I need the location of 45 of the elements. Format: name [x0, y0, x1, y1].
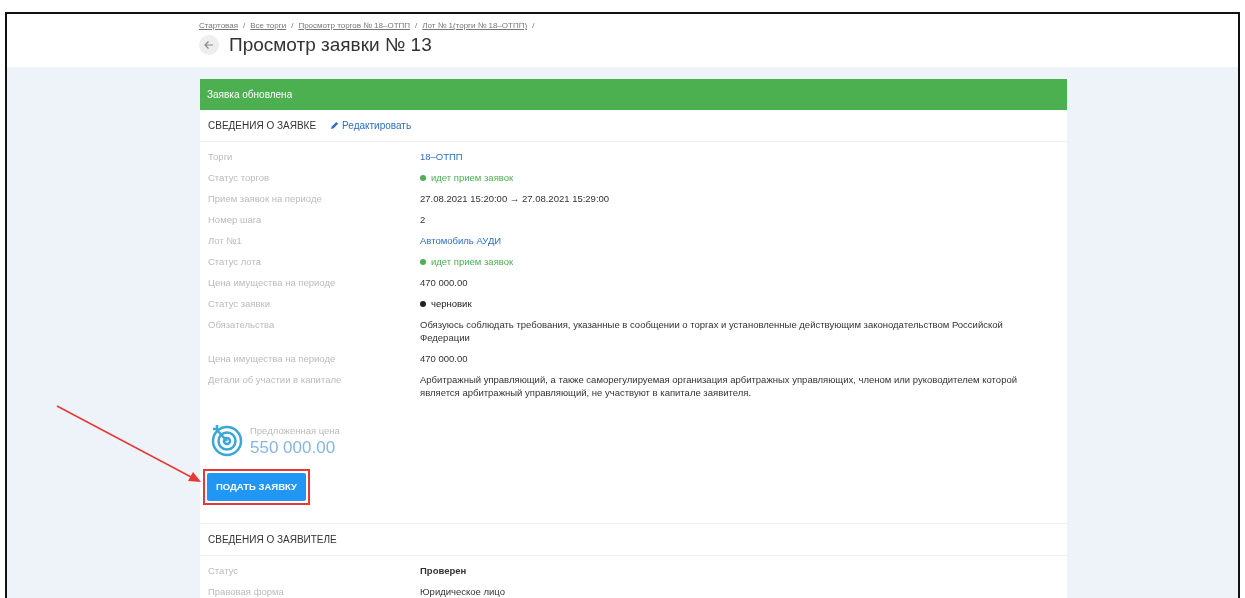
edit-link[interactable]: Редактировать	[330, 118, 412, 133]
section-heading: СВЕДЕНИЯ О ЗАЯВКЕ	[208, 119, 317, 133]
field-label: Статус лота	[208, 255, 262, 268]
success-alert: Заявка обновлена	[200, 79, 1067, 110]
field-value: 27.08.2021 15:20:00 → 27.08.2021 15:29:00	[420, 193, 610, 204]
back-arrow-icon	[204, 40, 214, 51]
breadcrumb-link[interactable]: Стартовая	[199, 20, 239, 32]
breadcrumb-separator: /	[243, 20, 246, 32]
field-label: Цена имущества на периоде	[208, 276, 337, 289]
field-value: 470 000.00	[420, 353, 468, 364]
field-label: Лот №1	[208, 234, 243, 247]
status-text: черновик	[431, 297, 472, 310]
field-label: Статус	[208, 564, 240, 578]
status-text: идет прием заявок	[431, 171, 514, 184]
field-value: Арбитражный управляющий, а также саморегулируемая организация арбитражных управляющих, членом или руководителем которой является арбитражный управляющий, не участвуют в капитале заявителя.	[420, 374, 1018, 398]
field-value: 470 000.00	[420, 277, 468, 288]
field-label: Обязательства	[208, 318, 276, 332]
field-label: Статус заявки	[208, 297, 271, 310]
value-link[interactable]: Автомобиль АУДИ	[420, 235, 502, 246]
field-label: Цена имущества на периоде	[208, 352, 337, 365]
breadcrumb-link[interactable]: Все торги	[250, 20, 287, 32]
breadcrumb-link[interactable]: Просмотр торгов № 18–ОТПП	[298, 20, 411, 32]
section-heading: СВЕДЕНИЯ О ЗАЯВИТЕЛЕ	[208, 533, 337, 548]
target-icon	[210, 423, 244, 457]
field-label: Торги	[208, 150, 234, 163]
field-value: Юридическое лицо	[420, 586, 505, 598]
breadcrumb-separator: /	[415, 20, 418, 32]
breadcrumb-link[interactable]: Лот № 1(торги № 18–ОТПП)	[422, 20, 528, 32]
field-label: Прием заявок на периоде	[208, 192, 323, 205]
back-button[interactable]	[199, 35, 219, 56]
field-label: Правовая форма	[208, 585, 285, 598]
pencil-icon	[330, 121, 340, 130]
value-link[interactable]: 18–ОТПП	[420, 151, 463, 162]
field-value: Обязуюсь соблюдать требования, указанные в сообщении о торгах и установленные действующим законодательством Российской Федерации	[420, 319, 1003, 343]
offer-price: 550 000.00	[250, 438, 337, 456]
breadcrumb-separator: /	[291, 20, 294, 32]
field-value: Проверен	[420, 565, 467, 577]
submit-button[interactable]: ПОДАТЬ ЗАЯВКУ	[207, 473, 306, 502]
page-title: Просмотр заявки № 13	[229, 34, 432, 57]
status-text: идет прием заявок	[431, 255, 514, 268]
offer-label: Предложенная цена	[250, 424, 340, 439]
field-label: Номер шага	[208, 213, 263, 226]
field-label: Статус торгов	[208, 171, 271, 184]
breadcrumb-separator: /	[532, 20, 535, 32]
field-value: 2	[420, 214, 426, 225]
